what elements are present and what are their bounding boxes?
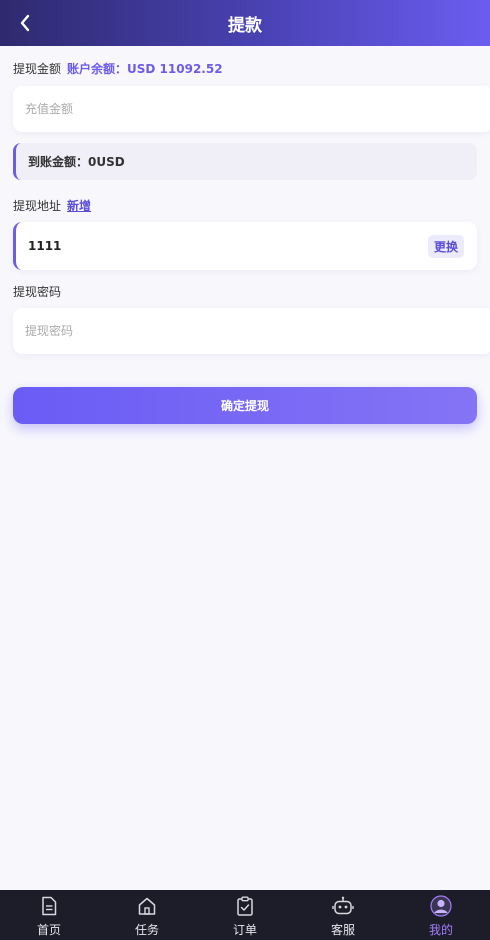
- amount-label: 提现金额: [13, 62, 62, 76]
- address-value: 1111: [28, 239, 62, 253]
- arrival-amount-text: 到账金额：0USD: [28, 155, 125, 169]
- address-card: 1111 更换: [13, 222, 477, 270]
- tab-home[interactable]: 首页: [0, 890, 98, 940]
- home-icon: [136, 895, 158, 917]
- confirm-withdraw-button[interactable]: 确定提现: [13, 387, 477, 424]
- password-label: 提现密码: [13, 285, 62, 299]
- header-bar: 提款: [0, 0, 490, 46]
- password-input-card: [13, 308, 490, 354]
- arrival-amount-box: 到账金额：0USD: [13, 143, 477, 180]
- chevron-left-icon: [20, 14, 30, 32]
- change-address-button[interactable]: 更换: [427, 234, 464, 258]
- address-label-row: 提现地址 新增: [13, 197, 91, 214]
- tab-label-home: 首页: [36, 923, 61, 937]
- document-icon: [38, 895, 60, 917]
- add-address-link[interactable]: 新增: [67, 197, 91, 214]
- page-title: 提款: [228, 15, 262, 36]
- address-label: 提现地址: [13, 199, 62, 213]
- balance-text: 账户余额：USD 11092.52: [67, 62, 223, 76]
- password-input[interactable]: [13, 308, 490, 354]
- clipboard-icon: [234, 895, 256, 917]
- robot-icon: [332, 895, 354, 917]
- tab-label-tasks: 任务: [134, 923, 159, 937]
- amount-input[interactable]: [13, 86, 490, 132]
- tab-profile[interactable]: 我的: [392, 890, 490, 940]
- tab-orders[interactable]: 订单: [196, 890, 294, 940]
- tab-tasks[interactable]: 任务: [98, 890, 196, 940]
- amount-input-card: [13, 86, 490, 132]
- amount-label-row: 提现金额 账户余额：USD 11092.52: [13, 60, 223, 77]
- bottom-tab-bar: 首页 任务 订单 客服 我的: [0, 890, 490, 940]
- tab-support[interactable]: 客服: [294, 890, 392, 940]
- tab-label-orders: 订单: [232, 923, 257, 937]
- back-button[interactable]: [14, 11, 36, 35]
- tab-label-support: 客服: [330, 923, 355, 937]
- user-avatar-icon: [430, 895, 452, 917]
- password-label-row: 提现密码: [13, 283, 61, 300]
- tab-label-profile: 我的: [428, 923, 453, 937]
